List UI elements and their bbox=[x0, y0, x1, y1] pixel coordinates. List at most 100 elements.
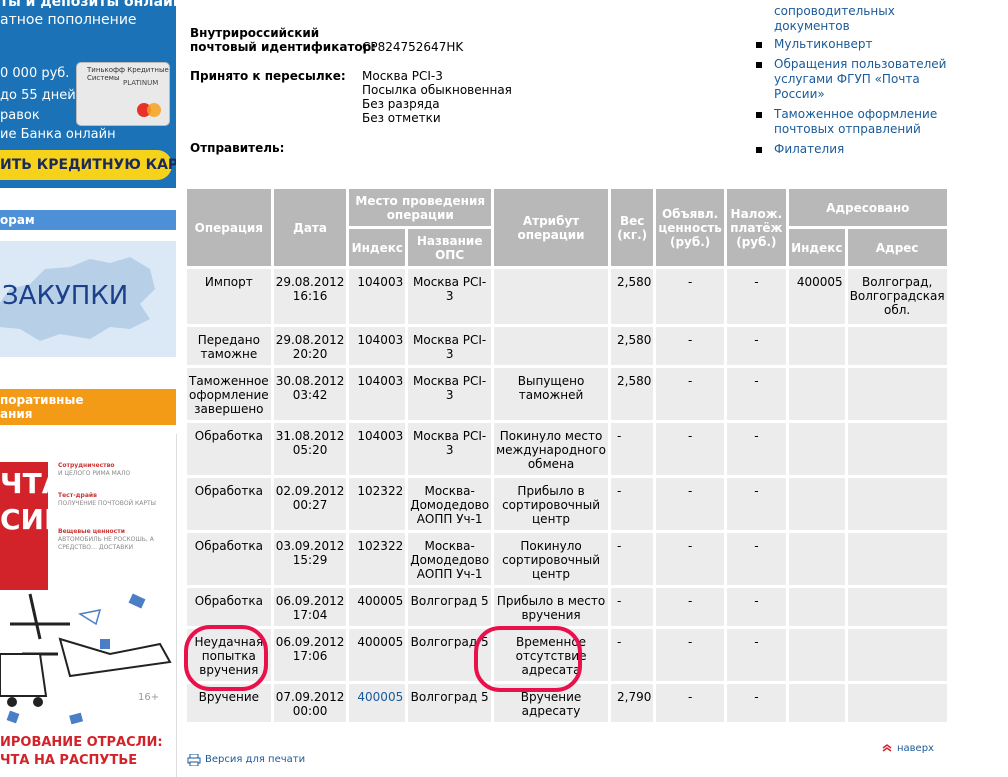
back-to-top-link[interactable]: наверх bbox=[897, 743, 934, 754]
block-title: Сотрудничество bbox=[58, 462, 115, 469]
date-cell: 29.08.2012 20:20 bbox=[273, 327, 347, 365]
block-title: Тест-драйв bbox=[58, 492, 97, 499]
attribute-cell bbox=[494, 269, 608, 324]
date-cell: 07.09.2012 00:00 bbox=[273, 684, 347, 722]
attribute-cell: Прибыло в сортировочный центр bbox=[494, 478, 608, 530]
banner3-header[interactable]: поративные ания bbox=[0, 389, 176, 425]
address-cell bbox=[847, 368, 947, 420]
address-index-cell: 400005 bbox=[788, 269, 845, 324]
operation-cell: Таможенное оформление завершено bbox=[187, 368, 271, 420]
block-title: Вещевые ценности bbox=[58, 528, 125, 535]
menu-item-philately[interactable]: Филателия bbox=[756, 142, 956, 157]
table-row: Обработка 02.09.2012 00:27 102322 Москва-До… bbox=[187, 478, 947, 530]
sender-label: Отправитель: bbox=[190, 141, 285, 155]
address-cell bbox=[847, 327, 947, 365]
header-index: Индекс bbox=[349, 229, 406, 266]
headline-line: ИРОВАНИЕ ОТРАСЛИ: bbox=[0, 735, 163, 750]
printer-icon[interactable] bbox=[187, 754, 201, 766]
cod-cell: - bbox=[726, 629, 786, 681]
menu-item-label: документов bbox=[774, 19, 850, 33]
menu-item-documents[interactable]: сопроводительных документов bbox=[774, 4, 895, 34]
up-arrow-icon[interactable] bbox=[882, 744, 892, 752]
postal-id-value: CP824752647HK bbox=[362, 40, 464, 54]
cod-cell: - bbox=[726, 478, 786, 530]
table-row: Обработка 31.08.2012 05:20 104003 Москва PC… bbox=[187, 423, 947, 475]
weight-cell: - bbox=[611, 588, 654, 626]
weight-cell: - bbox=[611, 629, 654, 681]
declared-value-cell: - bbox=[656, 423, 724, 475]
address-index-cell bbox=[788, 588, 845, 626]
attribute-cell: Покинуло сортировочный центр bbox=[494, 533, 608, 585]
table-row: Вручение 07.09.2012 00:00 400005 Волгоград … bbox=[187, 684, 947, 722]
accepted-value: Без разряда bbox=[362, 97, 440, 111]
date-cell: 06.09.2012 17:06 bbox=[273, 629, 347, 681]
date-cell: 30.08.2012 03:42 bbox=[273, 368, 347, 420]
index-cell: 400005 bbox=[349, 684, 406, 722]
ops-name-cell: Москва PCI-3 bbox=[408, 327, 492, 365]
address-index-cell bbox=[788, 368, 845, 420]
weight-cell: 2,580 bbox=[611, 327, 654, 365]
accepted-value: Посылка обыкновенная bbox=[362, 83, 512, 97]
index-cell: 104003 bbox=[349, 327, 406, 365]
header-declared-value: Объявл. ценность (руб.) bbox=[656, 189, 724, 266]
get-credit-card-button[interactable]: ИТЬ КРЕДИТНУЮ КАРТУ bbox=[0, 150, 176, 180]
address-cell bbox=[847, 629, 947, 681]
index-cell: 102322 bbox=[349, 533, 406, 585]
header-operation: Операция bbox=[187, 189, 271, 266]
block-text: АВТОМОБИЛЬ НЕ РОСКОШЬ, А СРЕДСТВО… ДОСТА… bbox=[58, 536, 154, 551]
headline-line: ЧТА НА РАСПУТЬЕ bbox=[0, 753, 138, 768]
operation-cell: Неудачная попытка вручения bbox=[187, 629, 271, 681]
menu-item-multienvelope[interactable]: Мультиконверт bbox=[756, 37, 956, 52]
banner3-line: ания bbox=[0, 407, 33, 421]
index-link[interactable]: 400005 bbox=[357, 690, 403, 704]
ops-name-cell: Волгоград 5 bbox=[408, 684, 492, 722]
declared-value-cell: - bbox=[656, 684, 724, 722]
address-index-cell bbox=[788, 423, 845, 475]
operation-cell: Обработка bbox=[187, 588, 271, 626]
index-cell: 400005 bbox=[349, 588, 406, 626]
attribute-cell: Покинуло место международного обмена bbox=[494, 423, 608, 475]
procurement-banner[interactable]: ЗАКУПКИ bbox=[0, 241, 176, 357]
table-row: Обработка 03.09.2012 15:29 102322 Москва-До… bbox=[187, 533, 947, 585]
declared-value-cell: - bbox=[656, 533, 724, 585]
banner-line: до 55 дней bbox=[0, 88, 76, 103]
attribute-cell: Выпущено таможней bbox=[494, 368, 608, 420]
ops-name-cell: Москва PCI-3 bbox=[408, 368, 492, 420]
address-index-cell bbox=[788, 533, 845, 585]
header-date: Дата bbox=[273, 189, 347, 266]
date-cell: 31.08.2012 05:20 bbox=[273, 423, 347, 475]
ops-name-cell: Волгоград 5 bbox=[408, 588, 492, 626]
address-cell bbox=[847, 423, 947, 475]
cover-word: СИИ bbox=[0, 503, 68, 536]
magazine-block: Тест-драйв ПОЛУЧЕНИЕ ПОЧТОВОЙ КАРТЫ bbox=[58, 492, 168, 508]
declared-value-cell: - bbox=[656, 588, 724, 626]
magazine-banner[interactable]: ЧТА СИИ Сотрудничество И ЦЕЛОГО РИМА МАЛ… bbox=[0, 434, 177, 777]
menu-item-customs[interactable]: Таможенное оформление почтовых отправлен… bbox=[756, 107, 956, 137]
index-cell: 400005 bbox=[349, 629, 406, 681]
address-cell bbox=[847, 478, 947, 530]
banner-subheading: атное пополнение bbox=[0, 12, 137, 28]
attribute-cell: Временное отсутствие адресата bbox=[494, 629, 608, 681]
operation-cell: Вручение bbox=[187, 684, 271, 722]
magazine-cover-title: ЧТА СИИ bbox=[0, 462, 68, 590]
header-weight: Вес (кг.) bbox=[611, 189, 654, 266]
print-version-link[interactable]: Версия для печати bbox=[205, 754, 305, 765]
address-cell bbox=[847, 533, 947, 585]
weight-cell: - bbox=[611, 478, 654, 530]
credit-card-banner[interactable]: ты и депозиты онлайн атное пополнение 0 … bbox=[0, 0, 176, 188]
declared-value-cell: - bbox=[656, 327, 724, 365]
address-cell bbox=[847, 684, 947, 722]
mastercard-icon bbox=[137, 103, 161, 117]
ops-name-cell: Москва PCI-3 bbox=[408, 423, 492, 475]
magazine-block: Вещевые ценности АВТОМОБИЛЬ НЕ РОСКОШЬ, … bbox=[58, 528, 168, 552]
banner-line: 0 000 руб. bbox=[0, 66, 70, 81]
address-cell: Волгоград, Волгоградская обл. bbox=[847, 269, 947, 324]
menu-item-user-appeals[interactable]: Обращения пользователей услугами ФГУП «П… bbox=[756, 57, 956, 102]
banner-line: ие Банка онлайн bbox=[0, 127, 116, 142]
age-rating: 16+ bbox=[138, 692, 160, 703]
banner2-header[interactable]: орам bbox=[0, 210, 176, 230]
table-row: Импорт 29.08.2012 16:16 104003 Москва PCI-3… bbox=[187, 269, 947, 324]
weight-cell: - bbox=[611, 423, 654, 475]
attribute-cell: Вручение адресату bbox=[494, 684, 608, 722]
ops-name-cell: Москва-Домодедово АОПП Уч-1 bbox=[408, 478, 492, 530]
